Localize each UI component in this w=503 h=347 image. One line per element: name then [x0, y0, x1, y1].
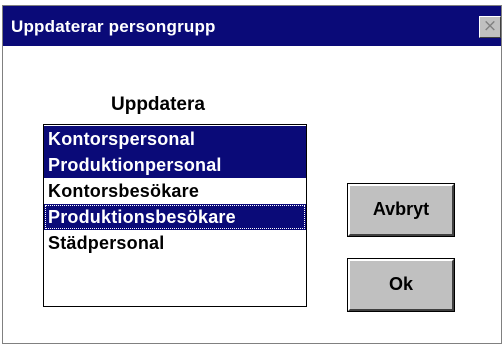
list-item[interactable]: Städpersonal: [44, 230, 306, 256]
window-title: Uppdaterar persongrupp: [11, 17, 216, 36]
group-listbox[interactable]: Kontorspersonal Produktionpersonal Konto…: [43, 124, 307, 307]
list-item[interactable]: Produktionsbesökare: [44, 204, 306, 230]
cancel-button[interactable]: Avbryt: [348, 184, 454, 236]
ok-button[interactable]: Ok: [348, 259, 454, 311]
list-item[interactable]: Kontorspersonal: [44, 126, 306, 152]
close-icon: ×: [482, 16, 498, 36]
dialog-window: Uppdaterar persongrupp × Uppdatera Konto…: [2, 5, 502, 344]
list-item[interactable]: Produktionpersonal: [44, 152, 306, 178]
close-button[interactable]: ×: [479, 16, 501, 38]
list-heading: Uppdatera: [111, 94, 205, 115]
list-item[interactable]: Kontorsbesökare: [44, 178, 306, 204]
title-bar[interactable]: Uppdaterar persongrupp ×: [3, 6, 501, 46]
